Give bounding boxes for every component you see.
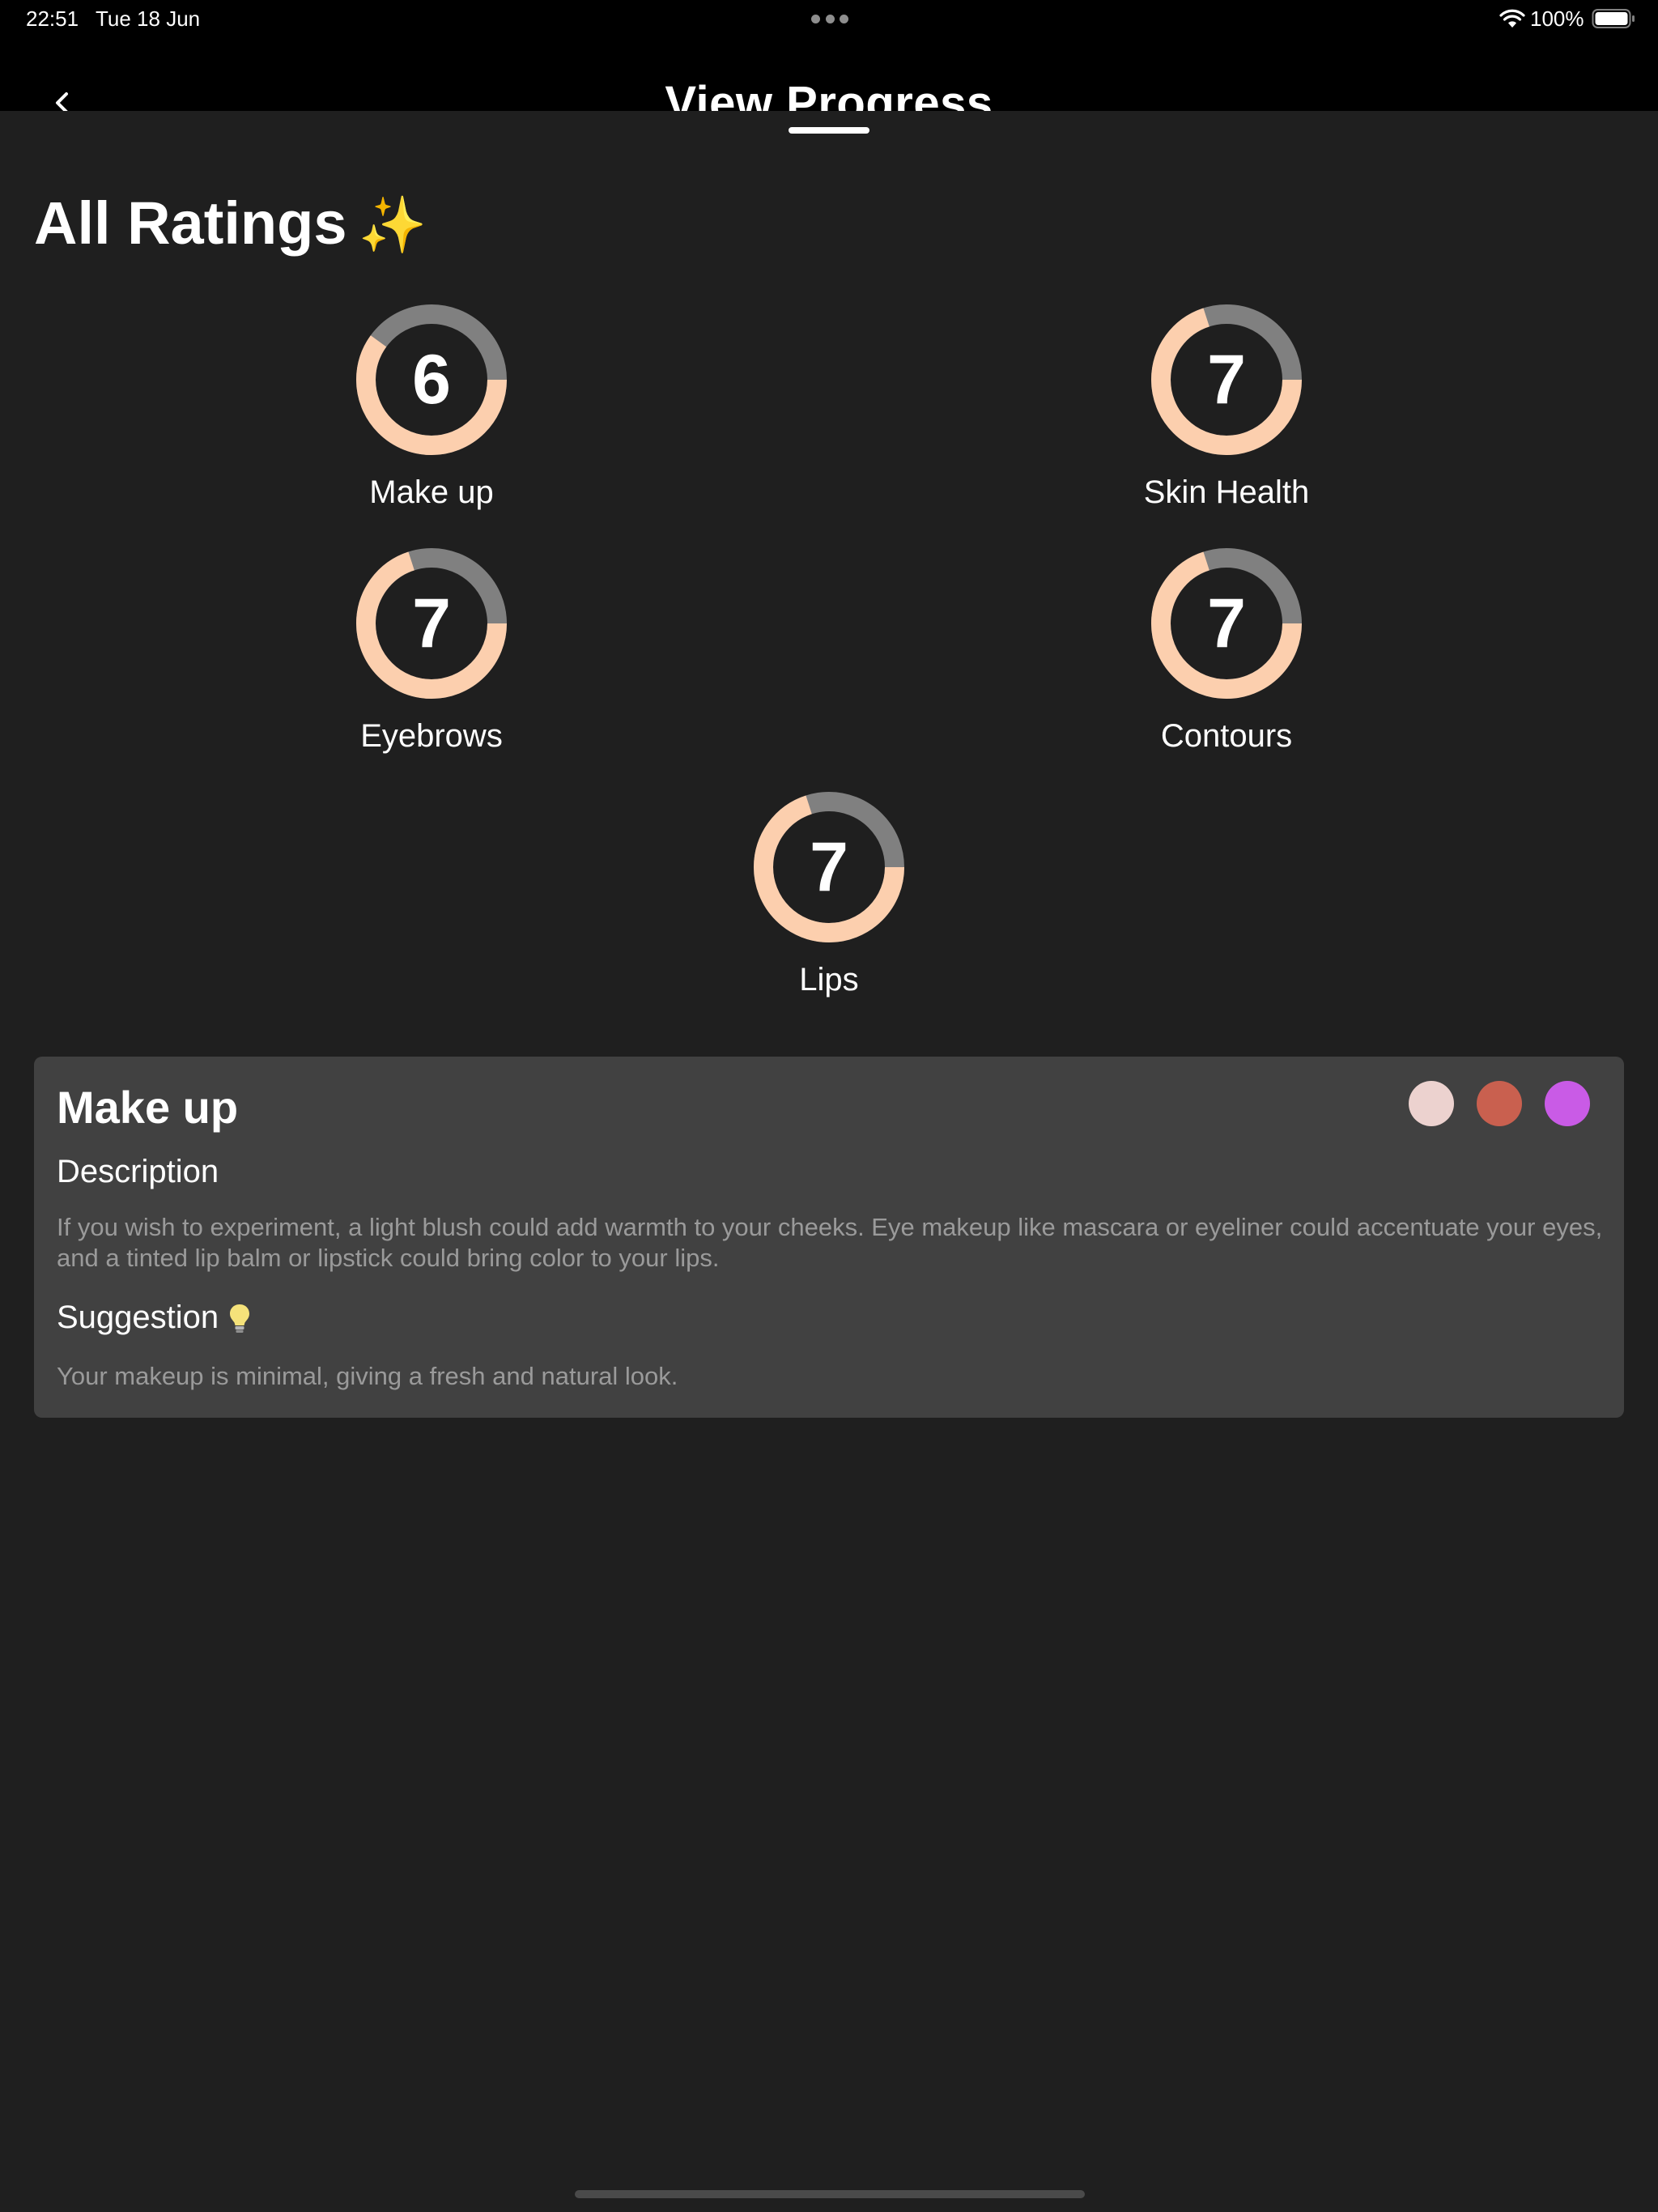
rating-value: 7: [810, 828, 848, 906]
status-time: 22:51: [26, 6, 79, 31]
rating-lips: 7 Lips: [708, 792, 950, 1002]
color-swatch: [1545, 1081, 1590, 1126]
battery-percentage: 100%: [1530, 6, 1584, 31]
description-text: If you wish to experiment, a light blush…: [57, 1213, 1603, 1272]
lightbulb-icon: [230, 1304, 250, 1334]
battery-icon: [1592, 9, 1635, 28]
rating-value: 7: [1207, 341, 1246, 419]
rating-label: Eyebrows: [360, 718, 503, 754]
navigation-header: View Progress: [0, 39, 1658, 112]
rating-make-up: 6 Make up: [310, 304, 553, 515]
section-title: All Ratings ✨: [34, 189, 427, 257]
card-title: Make up: [57, 1082, 239, 1133]
suggestion-heading: Suggestion: [57, 1300, 219, 1335]
rating-value: 7: [412, 585, 451, 662]
sparkles-icon: ✨: [358, 194, 427, 256]
app-screen: 22:51 Tue 18 Jun 100% View Progress All …: [0, 0, 1658, 2212]
rating-value: 7: [1207, 585, 1246, 662]
home-indicator: [575, 2190, 1085, 2198]
section-title-text: All Ratings: [34, 189, 347, 257]
detail-card: Make up Description If you wish to exper…: [34, 1057, 1624, 1418]
status-date: Tue 18 Jun: [96, 6, 201, 31]
rating-eyebrows: 7 Eyebrows: [310, 548, 553, 759]
status-bar: 22:51 Tue 18 Jun 100%: [0, 0, 1658, 39]
wifi-icon: [1499, 9, 1525, 28]
page-title: View Progress: [665, 77, 993, 112]
rating-label: Skin Health: [1143, 474, 1310, 510]
sheet-grabber[interactable]: [789, 127, 869, 134]
rating-label: Make up: [369, 474, 494, 510]
suggestion-text: Your makeup is minimal, giving a fresh a…: [57, 1362, 678, 1390]
rating-value: 6: [412, 341, 451, 419]
color-swatch: [1409, 1081, 1454, 1126]
progress-sheet: All Ratings ✨ 6 Make up 7 Skin Health 7 E…: [0, 111, 1658, 2212]
description-heading: Description: [57, 1154, 219, 1189]
rating-skin-health: 7 Skin Health: [1105, 304, 1348, 515]
color-swatch: [1477, 1081, 1522, 1126]
rating-label: Lips: [799, 962, 859, 998]
rating-contours: 7 Contours: [1105, 548, 1348, 759]
color-swatches: [1409, 1081, 1590, 1126]
multitasking-dots-icon[interactable]: [811, 15, 848, 24]
rating-label: Contours: [1160, 718, 1293, 754]
suggestion-heading-row: Suggestion: [57, 1300, 251, 1336]
